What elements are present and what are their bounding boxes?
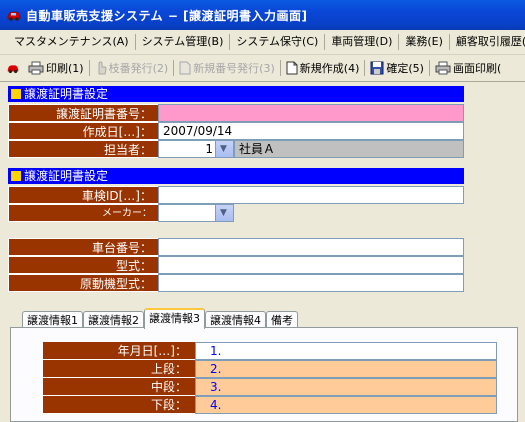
staff-label: 担当者： <box>8 140 158 158</box>
window-title: 自動車販売支援システム − [譲渡証明書入力画面] <box>26 8 308 23</box>
new-document-icon <box>286 61 298 75</box>
chevron-down-icon[interactable]: ▼ <box>215 205 233 221</box>
cert-number-label: 譲渡証明書番号： <box>8 104 158 122</box>
created-date-row: 作成日[…]： 2007/09/14 <box>8 122 464 140</box>
upper-field[interactable]: 2. <box>195 360 497 378</box>
inspection-id-field[interactable] <box>158 186 464 204</box>
menu-master-maintenance[interactable]: マスタメンテナンス(A) <box>0 34 136 50</box>
menu-system-management[interactable]: システム管理(B) <box>136 34 231 50</box>
date-field[interactable]: 1. <box>195 342 497 360</box>
toolbar: 印刷(1) 枝番発行(2) 新規番号発行(3) 新規作成(4) 確定(5) 画面… <box>0 55 525 82</box>
screen-print-label: 画面印刷( <box>452 62 502 75</box>
confirm-button[interactable]: 確定(5) <box>367 58 427 78</box>
tab-transfer-info-3[interactable]: 譲渡情報3 <box>144 308 205 329</box>
save-icon <box>370 61 384 75</box>
toolbar-separator <box>364 60 366 76</box>
new-document-icon <box>179 61 191 75</box>
toolbar-separator <box>279 60 281 76</box>
model-row: 型式： <box>8 256 464 274</box>
created-date-label: 作成日[…]： <box>8 122 158 140</box>
maker-label: メーカー： <box>8 204 158 222</box>
lower-field[interactable]: 4. <box>195 396 497 414</box>
upper-row: 上段： 2. <box>43 360 497 378</box>
new-create-button[interactable]: 新規作成(4) <box>283 58 363 78</box>
staff-code: 1 <box>205 142 213 156</box>
chevron-down-icon[interactable]: ▼ <box>215 141 233 157</box>
branch-issue-label: 枝番発行(2) <box>108 62 169 75</box>
menu-bar: マスタメンテナンス(A) システム管理(B) システム保守(C) 車両管理(D)… <box>0 30 525 55</box>
new-number-issue-label: 新規番号発行(3) <box>193 62 275 75</box>
tab-panel: 年月日[…]： 1. 上段： 2. 中段： 3. 下段： 4. <box>10 327 518 422</box>
model-label: 型式： <box>8 256 158 274</box>
new-create-label: 新規作成(4) <box>299 62 360 75</box>
tab-strip: 譲渡情報1 譲渡情報2 譲渡情報3 譲渡情報4 備考 <box>22 308 298 329</box>
date-label: 年月日[…]： <box>43 342 195 360</box>
chassis-label: 車台番号： <box>8 238 158 256</box>
title-bar: 自動車販売支援システム − [譲渡証明書入力画面] <box>0 0 525 30</box>
section-title: 譲渡証明書設定 <box>24 87 109 101</box>
section-header: 譲渡証明書設定 <box>8 86 464 102</box>
staff-row: 担当者： 1 ▼ 社員Ａ <box>8 140 464 158</box>
created-date-field[interactable]: 2007/09/14 <box>158 122 464 140</box>
lower-row: 下段： 4. <box>43 396 497 414</box>
section-title: 譲渡証明書設定 <box>24 169 109 183</box>
staff-select[interactable]: 1 ▼ <box>158 140 234 158</box>
menu-business[interactable]: 業務(E) <box>399 34 450 50</box>
confirm-label: 確定(5) <box>386 62 424 75</box>
lower-label: 下段： <box>43 396 195 414</box>
print-label: 印刷(1) <box>46 62 84 75</box>
model-field[interactable] <box>158 256 464 274</box>
inspection-id-label: 車検ID[…]： <box>8 186 158 204</box>
chassis-row: 車台番号： <box>8 238 464 256</box>
screen-print-button[interactable]: 画面印刷( <box>432 58 504 78</box>
section-header: 譲渡証明書設定 <box>8 168 464 184</box>
engine-model-label: 原動機型式： <box>8 274 158 292</box>
middle-label: 中段： <box>43 378 195 396</box>
car-app-icon <box>6 7 22 23</box>
toolbar-separator <box>173 60 175 76</box>
staff-name: 社員Ａ <box>234 140 464 158</box>
maker-row: メーカー： ▼ <box>8 204 464 222</box>
square-icon <box>11 171 21 181</box>
engine-model-row: 原動機型式： <box>8 274 464 292</box>
menu-system-maintenance[interactable]: システム保守(C) <box>230 34 326 50</box>
date-row: 年月日[…]： 1. <box>43 342 497 360</box>
toolbar-separator <box>88 60 90 76</box>
printer-icon <box>28 61 44 75</box>
maker-select[interactable]: ▼ <box>158 204 234 222</box>
toolbar-separator <box>428 60 430 76</box>
chassis-field[interactable] <box>158 238 464 256</box>
square-icon <box>11 89 21 99</box>
branch-issue-button[interactable]: 枝番発行(2) <box>92 58 172 78</box>
new-number-issue-button[interactable]: 新規番号発行(3) <box>176 58 278 78</box>
print-button[interactable]: 印刷(1) <box>25 58 87 78</box>
middle-row: 中段： 3. <box>43 378 497 396</box>
inspection-id-row: 車検ID[…]： <box>8 186 464 204</box>
form-area: 譲渡証明書設定 譲渡証明書番号： 作成日[…]： 2007/09/14 担当者：… <box>0 82 525 422</box>
engine-model-field[interactable] <box>158 274 464 292</box>
printer-icon <box>435 61 451 75</box>
cert-number-row: 譲渡証明書番号： <box>8 104 464 122</box>
hand-up-icon <box>98 61 107 75</box>
middle-field[interactable]: 3. <box>195 378 497 396</box>
cert-number-field[interactable] <box>158 104 464 122</box>
car-icon[interactable] <box>0 58 25 78</box>
upper-label: 上段： <box>43 360 195 378</box>
menu-vehicle-management[interactable]: 車両管理(D) <box>325 34 400 50</box>
menu-customer-history[interactable]: 顧客取引履歴(F <box>450 34 525 50</box>
